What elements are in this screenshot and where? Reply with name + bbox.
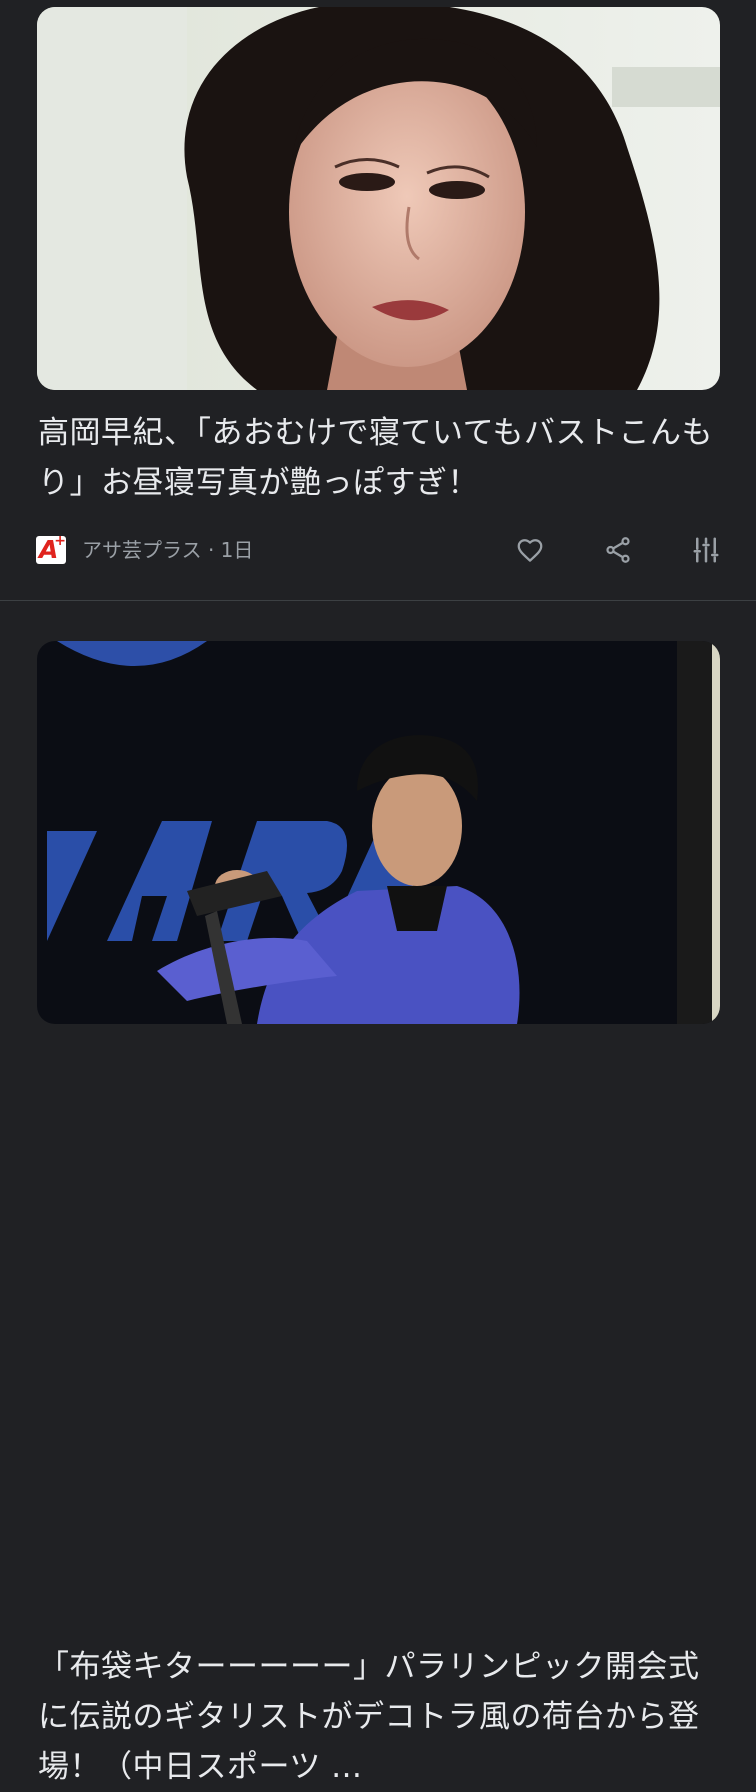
portrait-photo: [37, 7, 720, 390]
article-thumbnail[interactable]: [37, 7, 720, 390]
share-button[interactable]: [600, 532, 636, 568]
more-options-button[interactable]: [688, 532, 724, 568]
news-feed: 高岡早紀、「あおむけで寝ていてもバストこんもり」お昼寝写真が艶っぽすぎ！ A + …: [0, 0, 756, 1785]
like-button[interactable]: [512, 532, 548, 568]
article-thumbnail[interactable]: [37, 641, 720, 1024]
article-card[interactable]: 高岡早紀、「あおむけで寝ていてもバストこんもり」お昼寝写真が艶っぽすぎ！ A + …: [0, 0, 756, 600]
asagei-plus-logo: A +: [36, 533, 66, 564]
article-meta-row: A + アサ芸プラス · 1日: [36, 532, 726, 568]
tune-icon: [693, 537, 719, 563]
article-headline[interactable]: 「布袋キターーーーー」パラリンピック開会式に伝説のギタリストがデコトラ風の荷台か…: [38, 1642, 718, 1792]
article-headline[interactable]: 高岡早紀、「あおむけで寝ていてもバストこんもり」お昼寝写真が艶っぽすぎ！: [38, 408, 718, 508]
stage-performance-photo: [37, 641, 720, 1024]
heart-icon: [517, 539, 543, 562]
source-and-age[interactable]: アサ芸プラス · 1日: [82, 537, 253, 563]
article-card[interactable]: 「布袋キターーーーー」パラリンピック開会式に伝説のギタリストがデコトラ風の荷台か…: [0, 601, 756, 1785]
share-icon: [606, 537, 630, 563]
